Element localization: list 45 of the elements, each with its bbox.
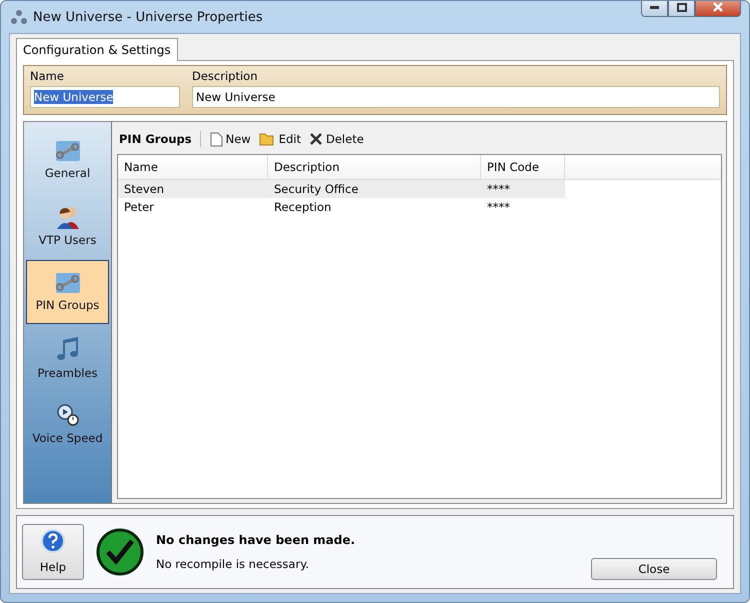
help-button[interactable]: Help: [22, 524, 84, 580]
column-header[interactable]: Name: [118, 155, 268, 179]
name-label: Name: [30, 69, 65, 83]
status-title: No changes have been made.: [156, 533, 356, 547]
folder-icon: [258, 132, 276, 146]
close-icon: [713, 2, 723, 12]
help-icon: [41, 529, 65, 553]
section-title: PIN Groups: [119, 132, 192, 146]
table-cell-text: ****: [486, 199, 511, 216]
toolbar-button[interactable]: Delete: [309, 132, 364, 146]
minimize-icon: [650, 6, 659, 8]
wrench-icon: [54, 272, 80, 294]
sidebar-item[interactable]: VTP Users: [26, 194, 109, 258]
name-field[interactable]: New Universe: [30, 86, 180, 108]
music-note-icon: [56, 336, 80, 362]
close-icon: [309, 132, 323, 146]
check-icon: [96, 528, 144, 576]
column-header[interactable]: PIN Code: [481, 155, 565, 179]
toolbar-button[interactable]: Edit: [258, 132, 301, 146]
sidebar-item[interactable]: Preambles: [26, 326, 109, 390]
description-label: Description: [192, 69, 258, 83]
window-title: New Universe - Universe Properties: [33, 10, 264, 24]
sidebar-item[interactable]: PIN Groups: [26, 260, 109, 324]
table-cell: ****: [481, 180, 565, 198]
users-icon: [56, 205, 80, 229]
sidebar-item[interactable]: Voice Speed: [26, 392, 109, 456]
maximize-button[interactable]: [668, 1, 695, 17]
table-cell-text: Reception: [273, 199, 332, 216]
wrench-icon: [54, 140, 80, 162]
sidebar-item[interactable]: General: [26, 128, 109, 192]
table-cell: Security Office: [268, 180, 481, 198]
table-cell-text: Peter: [123, 199, 155, 216]
description-field[interactable]: New Universe: [192, 86, 720, 108]
toolbar-button[interactable]: New: [208, 131, 251, 147]
status-detail: No recompile is necessary.: [156, 557, 310, 571]
minimize-button[interactable]: [641, 1, 668, 17]
table-cell: Steven: [118, 180, 268, 198]
close-button[interactable]: [695, 1, 741, 17]
play-timer-icon: [56, 403, 80, 427]
tab[interactable]: Configuration & Settings: [16, 38, 178, 61]
new-file-icon: [208, 131, 223, 147]
column-header[interactable]: Description: [268, 155, 481, 179]
maximize-icon: [676, 2, 686, 12]
close-dialog-button[interactable]: Close: [591, 558, 717, 580]
network-icon: [11, 9, 27, 25]
